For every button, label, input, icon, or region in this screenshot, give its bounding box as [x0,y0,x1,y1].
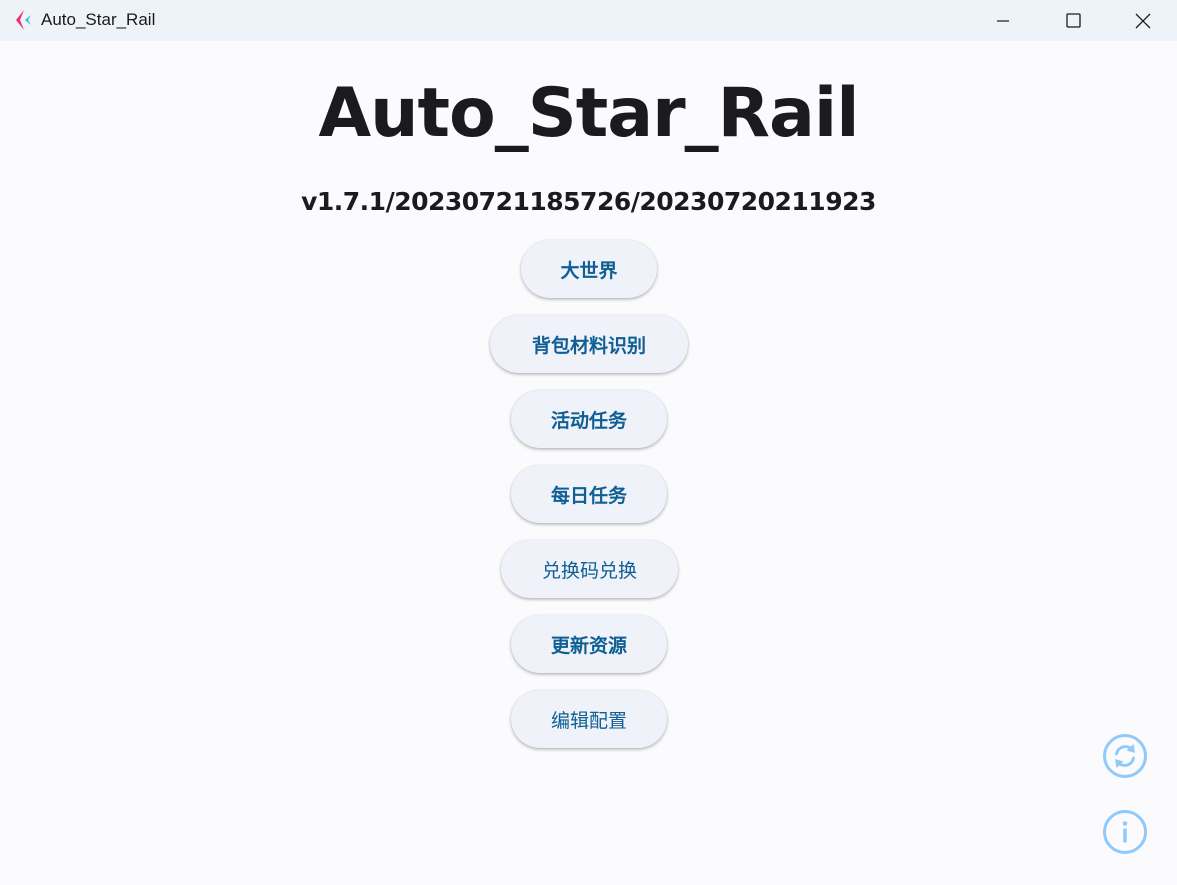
redeem-code-button[interactable]: 兑换码兑换 [501,540,678,598]
minimize-button[interactable] [969,0,1037,41]
info-icon [1102,809,1148,855]
event-tasks-button[interactable]: 活动任务 [511,390,667,448]
app-window: Auto_Star_Rail Auto_Star_Rail v1.7.1/202… [0,0,1177,885]
update-resources-button[interactable]: 更新资源 [511,615,667,673]
daily-tasks-button[interactable]: 每日任务 [511,465,667,523]
window-title: Auto_Star_Rail [41,10,156,29]
refresh-icon [1102,733,1148,779]
app-logo-icon [14,10,34,30]
refresh-button[interactable] [1102,733,1148,779]
minimize-icon [996,14,1010,28]
title-bar[interactable]: Auto_Star_Rail [0,0,1177,41]
inventory-recognition-button[interactable]: 背包材料识别 [490,315,688,373]
world-button[interactable]: 大世界 [521,240,657,298]
close-button[interactable] [1109,0,1177,41]
maximize-icon [1065,13,1081,28]
page-title: Auto_Star_Rail [318,74,859,153]
maximize-button[interactable] [1039,0,1107,41]
version-text: v1.7.1/20230721185726/20230720211923 [301,187,876,216]
close-icon [1135,13,1151,29]
info-button[interactable] [1102,809,1148,855]
edit-config-button[interactable]: 编辑配置 [511,690,667,748]
